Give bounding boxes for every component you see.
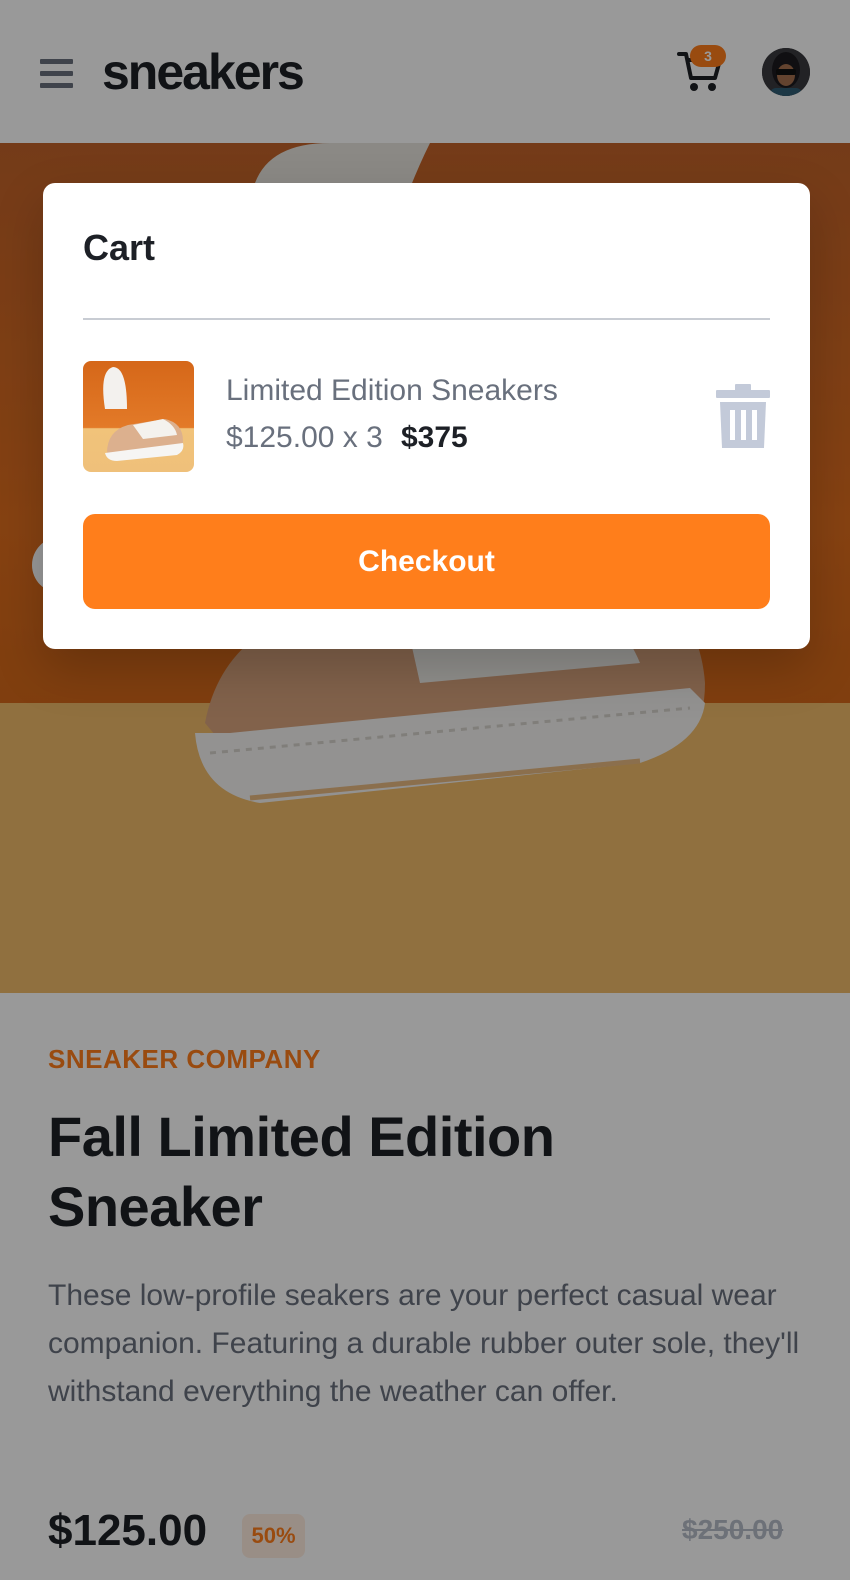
- cart-dropdown: Cart Limited Edition Sneakers $125.00 x …: [43, 183, 810, 649]
- cart-item-total: $375: [401, 421, 468, 454]
- checkout-button[interactable]: Checkout: [83, 514, 770, 609]
- cart-item-name: Limited Edition Sneakers: [226, 374, 558, 407]
- cart-item-unit-price: $125.00 x 3: [226, 421, 383, 454]
- cart-divider: [83, 318, 770, 320]
- trash-icon[interactable]: [716, 384, 770, 448]
- cart-item-thumbnail: [83, 361, 194, 472]
- product-page: sneakers 3 SNEAKER COMPANY Fall Limited …: [0, 0, 850, 1580]
- cart-title: Cart: [83, 227, 156, 268]
